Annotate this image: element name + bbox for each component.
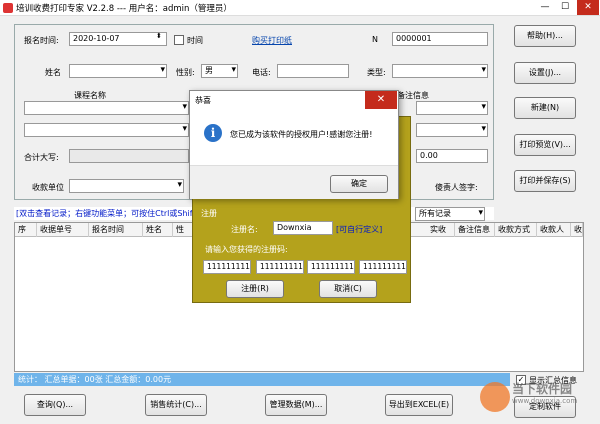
watermark-logo-icon [480,382,510,412]
register-cancel-button[interactable]: 取消(C) [319,280,377,298]
remark-select-1[interactable] [416,101,488,115]
settings-button[interactable]: 设置(J)... [514,62,576,84]
register-username-value: Downxia [277,223,312,232]
col-payee[interactable]: 收款人 [537,223,571,237]
phone-label: 电话: [252,68,271,77]
register-section-label: 注册 [201,209,217,218]
maximize-button[interactable]: ☐ [556,0,574,15]
gender-select[interactable]: 男 [201,64,238,78]
register-code-1[interactable]: 111111111 [203,260,251,274]
handler-signature-label: 傻责人签字: [435,183,478,192]
dialog-message: 您已成为该软件的授权用户!感谢您注册! [230,130,373,139]
remark-select-2[interactable] [416,123,488,137]
col-extra[interactable]: 收 [571,223,583,237]
col-name[interactable]: 姓名 [143,223,173,237]
unit-label: 收款单位 [32,183,64,192]
gender-value: 男 [205,66,213,75]
minimize-button[interactable]: — [536,0,554,15]
register-code-label: 请输入您获得的注册码: [205,245,288,254]
title-bar: 培训收费打印专家 V2.2.8 --- 用户名：admin（管理员） — ☐ ✕ [0,0,600,16]
time-checkbox[interactable] [174,35,184,45]
congrats-dialog: 恭喜 ✕ i 您已成为该软件的授权用户!感谢您注册! 确定 [189,90,399,199]
register-code-1-value: 111111111 [207,262,250,271]
buy-paper-link[interactable]: 购买打印纸 [252,35,292,46]
help-button[interactable]: 帮助(H)... [514,25,576,47]
unit-select[interactable] [69,179,184,193]
dialog-ok-button[interactable]: 确定 [330,175,388,193]
name-label: 姓名 [45,68,61,77]
col-gender[interactable]: 性 [173,223,193,237]
date-value: 2020-10-07 [73,34,120,43]
name-select[interactable] [69,64,167,78]
filter-value: 所有记录 [419,209,451,218]
dialog-close-button[interactable]: ✕ [365,91,397,109]
info-icon: i [204,124,222,142]
export-excel-button[interactable]: 导出到EXCEL(E) [385,394,453,416]
col-receipt-no[interactable]: 收据单号 [37,223,89,237]
total-uppercase-label: 合计大写: [24,153,59,162]
register-username-input[interactable]: Downxia [273,221,333,235]
close-button[interactable]: ✕ [577,0,599,15]
number-field: 0000001 [392,32,488,46]
col-date[interactable]: 报名时间 [89,223,143,237]
register-code-4-value: 111111111 [363,262,406,271]
course-select-2[interactable] [24,123,189,137]
date-spinner-icon[interactable]: ⬍ [156,32,162,40]
course-select-1[interactable] [24,101,189,115]
manage-data-button[interactable]: 管理数据(M)... [265,394,327,416]
phone-input[interactable] [277,64,349,78]
register-code-2-value: 111111111 [260,262,303,271]
gender-label: 性别: [176,68,195,77]
date-input[interactable]: 2020-10-07 [69,32,167,46]
register-username-label: 注册名: [231,225,258,234]
col-remark[interactable]: 备注信息 [455,223,495,237]
print-preview-button[interactable]: 打印预览(V)... [514,134,576,156]
app-icon [3,3,13,13]
number-label: N [372,35,378,44]
query-button[interactable]: 查询(Q)... [24,394,86,416]
amount-field: 0.00 [416,149,488,163]
remark-label: 备注信息 [397,91,429,100]
sales-stats-button[interactable]: 销售统计(C)... [145,394,207,416]
col-received[interactable]: 实收 [427,223,455,237]
print-save-button[interactable]: 打印并保存(S) [514,170,576,192]
window-title: 培训收费打印专家 V2.2.8 --- 用户名：admin（管理员） [16,4,232,14]
course-label: 课程名称 [74,91,106,100]
dialog-footer: 确定 [190,165,398,199]
register-button[interactable]: 注册(R) [226,280,284,298]
date-label: 报名时间: [24,36,59,45]
register-code-3[interactable]: 111111111 [307,260,355,274]
customizable-hint: [可自行定义] [336,225,383,234]
new-button[interactable]: 新建(N) [514,97,576,119]
number-value: 0000001 [396,34,432,43]
time-label: 时间 [187,36,203,45]
col-index[interactable]: 序 [15,223,37,237]
register-code-2[interactable]: 111111111 [256,260,304,274]
register-code-3-value: 111111111 [311,262,354,271]
summary-status-bar: 统计： 汇总单据：00张 汇总金额：0.00元 [14,373,510,386]
total-uppercase-field [69,149,189,163]
type-select[interactable] [392,64,488,78]
watermark-text: 当下软件园 [512,382,573,396]
watermark-url: www.downxia.com [512,397,578,405]
col-payment-method[interactable]: 收款方式 [495,223,537,237]
record-filter-select[interactable]: 所有记录 [415,207,485,221]
amount-value: 0.00 [420,151,438,160]
register-code-4[interactable]: 111111111 [359,260,407,274]
type-label: 类型: [367,68,386,77]
